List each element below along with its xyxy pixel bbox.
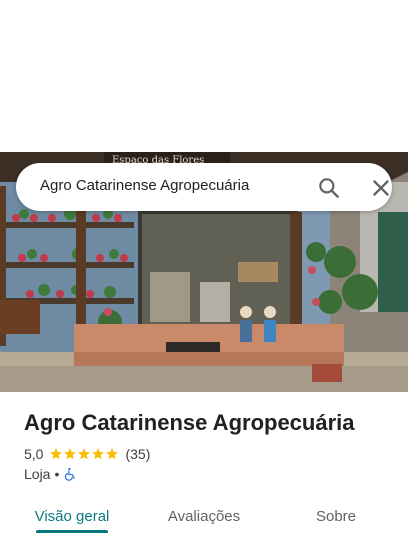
- wheelchair-icon: [65, 467, 76, 481]
- rating-value: 5,0: [24, 446, 44, 462]
- review-count[interactable]: (35): [125, 446, 150, 462]
- place-info-panel: Agro Catarinense Agropecuária 5,0 (35) L…: [0, 392, 408, 544]
- tab-about[interactable]: Sobre: [288, 496, 384, 536]
- place-title: Agro Catarinense Agropecuária: [24, 410, 355, 435]
- tab-bar: Visão geral Avaliações Sobre: [0, 496, 408, 544]
- star-icon: [92, 448, 105, 460]
- star-icon: [106, 448, 119, 460]
- category-label: Loja: [24, 466, 51, 482]
- separator-dot: •: [54, 466, 60, 482]
- rating-row[interactable]: 5,0 (35): [24, 445, 150, 463]
- search-bar[interactable]: Agro Catarinense Agropecuária: [16, 163, 392, 211]
- place-details-screen: Espaço das Flores Agro Catarinense Agrop…: [0, 0, 408, 544]
- active-tab-indicator: [36, 530, 108, 533]
- star-icon: [64, 448, 77, 460]
- category-row: Loja •: [24, 465, 77, 483]
- map-area-blank: [0, 0, 408, 152]
- search-icon[interactable]: [316, 175, 342, 201]
- star-icon: [78, 448, 91, 460]
- tab-reviews[interactable]: Avaliações: [156, 496, 252, 536]
- star-rating: [49, 447, 119, 461]
- star-icon: [50, 448, 63, 460]
- close-icon[interactable]: [368, 175, 394, 201]
- search-query[interactable]: Agro Catarinense Agropecuária: [40, 177, 249, 194]
